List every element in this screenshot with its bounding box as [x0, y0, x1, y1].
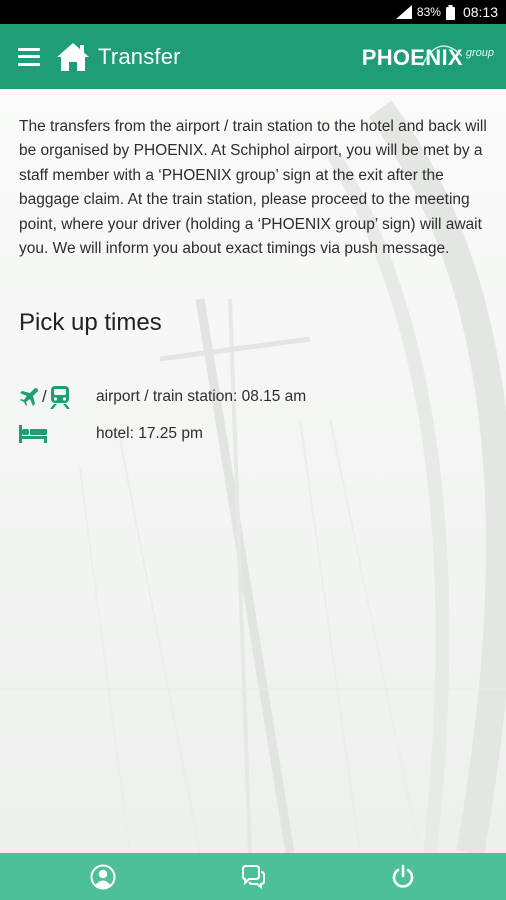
intro-text: The transfers from the airport / train s…: [19, 118, 487, 258]
content-area: The transfers from the airport / train s…: [0, 89, 506, 853]
pickup-row-hotel: hotel: 17.25 pm: [19, 425, 203, 443]
pickup-title: Pick up times: [19, 309, 162, 337]
pickup-row-airport: / airport / train station: 08.15 am: [19, 385, 306, 409]
brand-sub: group: [465, 47, 494, 59]
pickup-time-hotel: hotel: 17.25 pm: [96, 425, 203, 442]
home-icon[interactable]: [56, 42, 90, 72]
logo-arc-icon: [421, 45, 463, 67]
bottom-nav: [0, 853, 506, 900]
airplane-icon: [20, 388, 38, 406]
brand-logo: PHOENIX group: [362, 38, 494, 78]
pickup-icons: /: [19, 385, 96, 409]
icon-separator: /: [42, 387, 47, 406]
battery-percent: 83%: [416, 5, 441, 19]
pickup-time-airport: airport / train station: 08.15 am: [96, 388, 307, 405]
signal-icon: [395, 5, 412, 19]
status-bar: 83% 08:13: [0, 0, 506, 24]
status-time: 08:13: [462, 4, 498, 20]
battery-icon: [445, 4, 455, 20]
chat-icon[interactable]: [240, 864, 266, 890]
menu-icon[interactable]: [18, 47, 40, 66]
pickup-icons: [19, 425, 96, 443]
train-icon: [49, 386, 70, 409]
page-title: Transfer: [98, 43, 181, 69]
power-icon[interactable]: [390, 864, 416, 890]
profile-icon[interactable]: [90, 864, 116, 890]
bed-icon: [19, 425, 47, 443]
app-bar: Transfer PHOENIX group: [0, 24, 506, 89]
